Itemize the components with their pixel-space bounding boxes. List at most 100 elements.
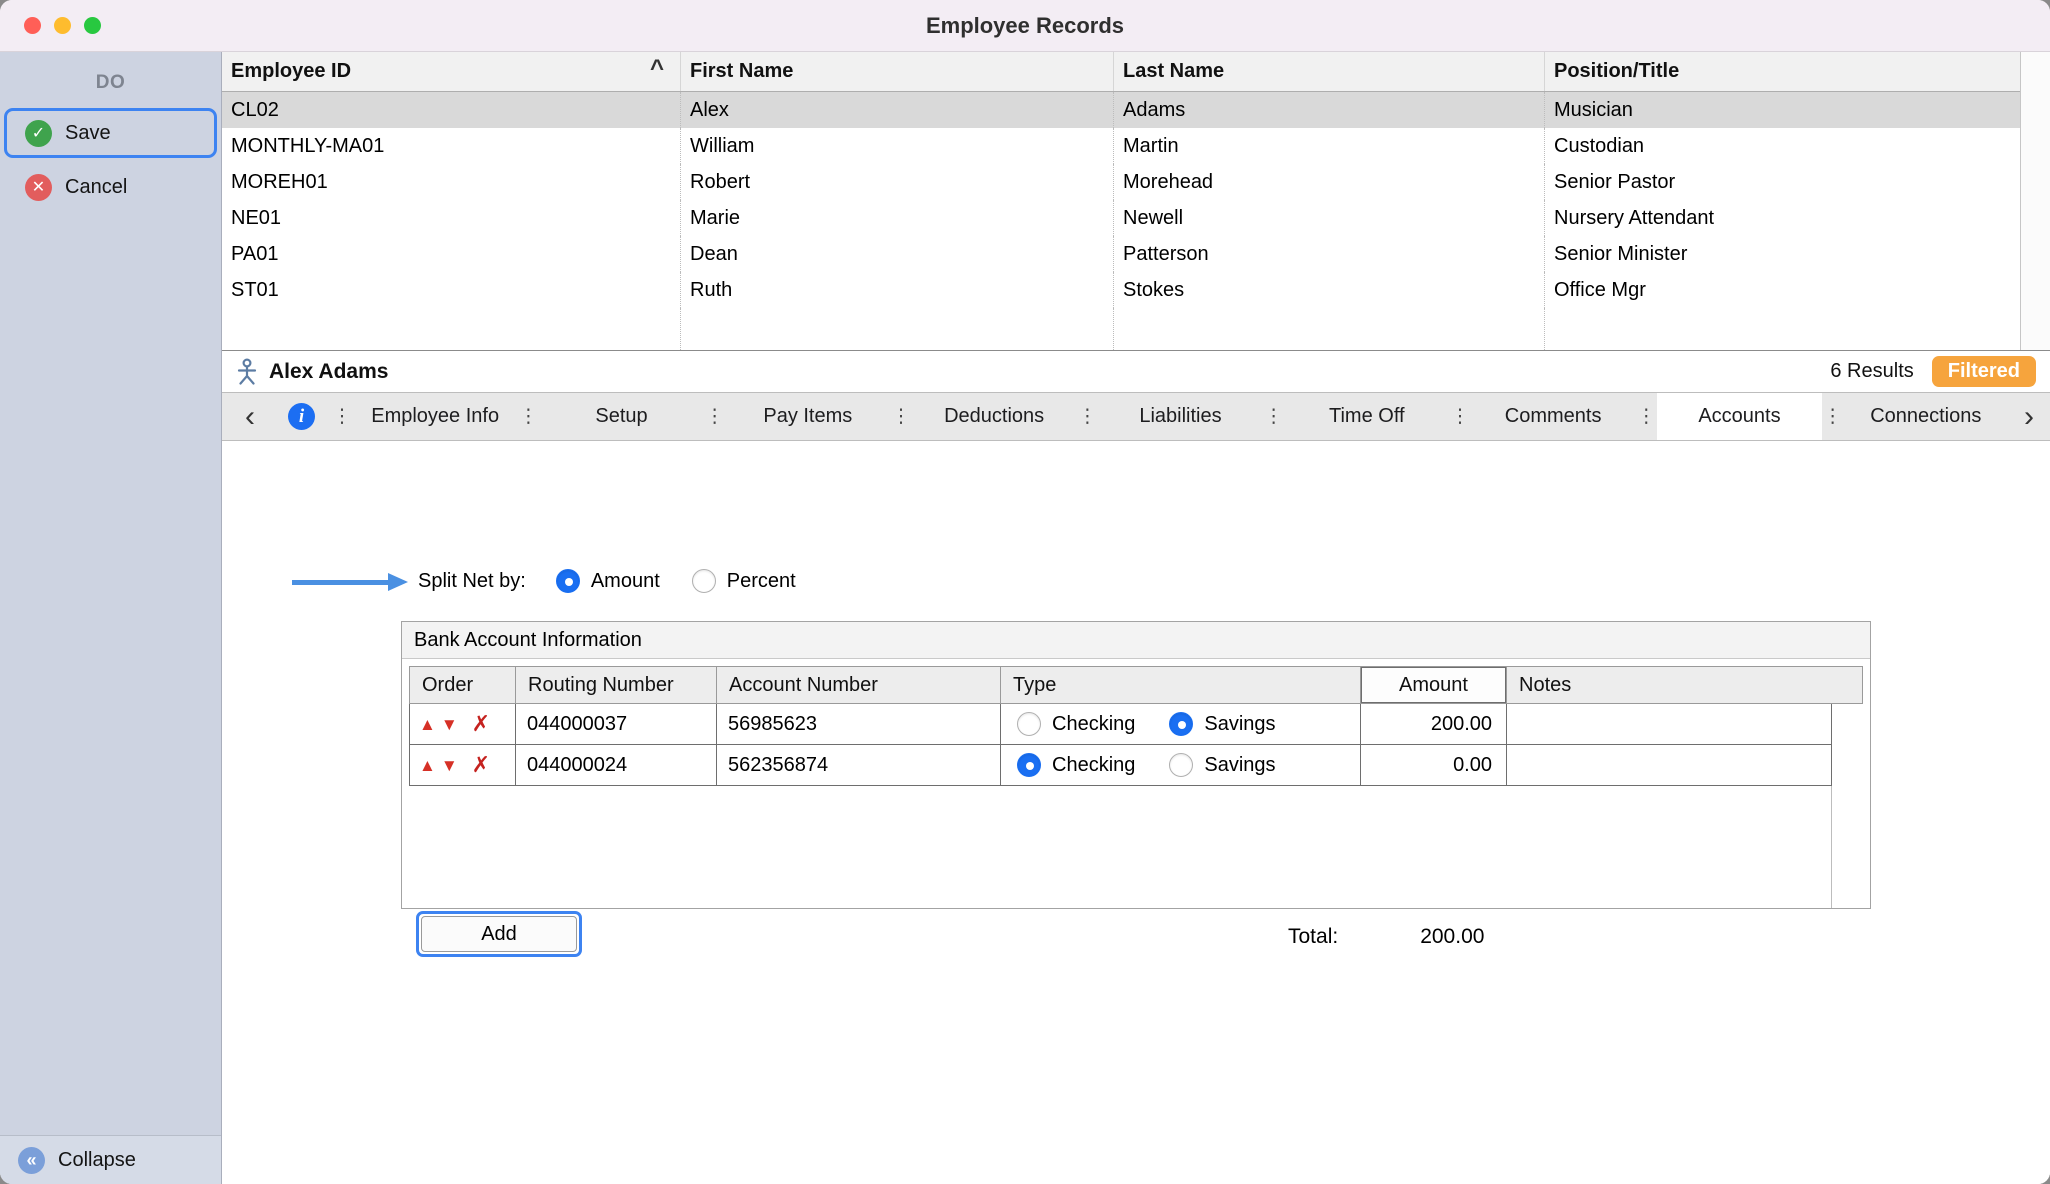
- close-button[interactable]: [24, 17, 41, 34]
- move-down-icon[interactable]: ▼: [441, 757, 458, 774]
- cell-type: Checking Savings: [1001, 704, 1361, 745]
- column-type[interactable]: Type: [1001, 666, 1361, 704]
- employee-row[interactable]: PA01DeanPattersonSenior Minister: [222, 236, 2020, 272]
- split-option-percent[interactable]: Percent: [692, 569, 796, 593]
- save-label: Save: [65, 122, 111, 145]
- total-value: 200.00: [1420, 925, 1484, 949]
- move-down-icon[interactable]: ▼: [441, 716, 458, 733]
- move-up-icon[interactable]: ▲: [419, 716, 436, 733]
- column-amount[interactable]: Amount: [1361, 666, 1507, 704]
- add-button[interactable]: Add: [421, 916, 577, 952]
- employee-rows: CL02AlexAdamsMusicianMONTHLY-MA01William…: [222, 92, 2020, 308]
- sidebar: DO ✓ Save ✕ Cancel « Collapse: [0, 52, 222, 1184]
- radio-label: Checking: [1052, 754, 1135, 777]
- employee-row[interactable]: NE01MarieNewellNursery Attendant: [222, 200, 2020, 236]
- radio-icon[interactable]: [1169, 753, 1193, 777]
- radio-icon[interactable]: [692, 569, 716, 593]
- cancel-button[interactable]: ✕ Cancel: [7, 164, 214, 210]
- tab-pay-items[interactable]: Pay Items: [726, 393, 890, 440]
- title-bar: Employee Records: [0, 0, 2050, 52]
- collapse-icon: «: [18, 1147, 45, 1174]
- total-label: Total:: [1288, 925, 1338, 949]
- filtered-badge[interactable]: Filtered: [1932, 356, 2036, 387]
- move-up-icon[interactable]: ▲: [419, 757, 436, 774]
- delete-icon[interactable]: ✗: [472, 713, 490, 735]
- tab-separator-icon: ⋮: [517, 393, 539, 440]
- tab-separator-icon: ⋮: [1263, 393, 1285, 440]
- tab-deductions[interactable]: Deductions: [912, 393, 1076, 440]
- save-button[interactable]: ✓ Save: [4, 108, 217, 158]
- cell-notes[interactable]: [1507, 745, 1832, 786]
- tab-employee-info[interactable]: Employee Info: [353, 393, 517, 440]
- empty-cell: [680, 308, 1113, 350]
- cell-last-name: Morehead: [1113, 164, 1544, 200]
- cell-position-title: Senior Pastor: [1544, 164, 2020, 200]
- type-option-checking[interactable]: Checking: [1017, 753, 1135, 777]
- employee-row[interactable]: MOREH01RobertMoreheadSenior Pastor: [222, 164, 2020, 200]
- tab-setup[interactable]: Setup: [539, 393, 703, 440]
- info-tab[interactable]: i: [278, 393, 331, 440]
- tab-comments[interactable]: Comments: [1471, 393, 1635, 440]
- column-order[interactable]: Order: [409, 666, 516, 704]
- employee-table-header: Employee ID ^ First Name Last Name Posit…: [222, 52, 2020, 92]
- tab-accounts[interactable]: Accounts: [1657, 393, 1821, 440]
- radio-icon[interactable]: [1017, 753, 1041, 777]
- window-controls: [24, 0, 101, 51]
- column-last-name[interactable]: Last Name: [1113, 52, 1544, 91]
- column-account-number[interactable]: Account Number: [717, 666, 1001, 704]
- delete-icon[interactable]: ✗: [472, 754, 490, 776]
- tab-separator-icon: ⋮: [704, 393, 726, 440]
- minimize-button[interactable]: [54, 17, 71, 34]
- cell-position-title: Musician: [1544, 92, 2020, 128]
- column-routing-number[interactable]: Routing Number: [516, 666, 717, 704]
- cell-routing-number[interactable]: 044000037: [516, 704, 717, 745]
- tabs-scroll-left-button[interactable]: ‹: [222, 393, 278, 440]
- results-count: 6 Results: [1830, 360, 1913, 383]
- tab-connections[interactable]: Connections: [1844, 393, 2008, 440]
- column-position-title[interactable]: Position/Title: [1544, 52, 2020, 91]
- accounts-panel: Split Net by: AmountPercent Bank Account…: [222, 441, 2050, 1184]
- zoom-button[interactable]: [84, 17, 101, 34]
- annotation-arrow: [292, 573, 408, 591]
- x-icon: ✕: [25, 174, 52, 201]
- cell-routing-number[interactable]: 044000024: [516, 745, 717, 786]
- tab-time-off[interactable]: Time Off: [1285, 393, 1449, 440]
- radio-icon[interactable]: [1017, 712, 1041, 736]
- cell-employee-id: MONTHLY-MA01: [222, 128, 680, 164]
- tabs-scroll-right-button[interactable]: ›: [2008, 393, 2050, 440]
- cell-amount[interactable]: 0.00: [1361, 745, 1507, 786]
- employee-row[interactable]: ST01RuthStokesOffice Mgr: [222, 272, 2020, 308]
- bank-table: Order Routing Number Account Number Type…: [402, 659, 1870, 908]
- cell-amount[interactable]: 200.00: [1361, 704, 1507, 745]
- type-option-savings[interactable]: Savings: [1169, 712, 1275, 736]
- cell-employee-id: NE01: [222, 200, 680, 236]
- empty-cell: [1544, 308, 2020, 350]
- radio-icon[interactable]: [556, 569, 580, 593]
- add-button-highlight: Add: [416, 911, 582, 957]
- bank-rows: ▲ ▼ ✗ 04400003756985623 Checking Savings 200.0…: [409, 704, 1863, 786]
- tab-separator-icon: ⋮: [1822, 393, 1844, 440]
- type-option-savings[interactable]: Savings: [1169, 753, 1275, 777]
- column-notes[interactable]: Notes: [1507, 666, 1863, 704]
- sort-asc-icon: ^: [650, 55, 664, 83]
- empty-cell: [1113, 308, 1544, 350]
- tab-separator-icon: ⋮: [331, 393, 353, 440]
- split-option-amount[interactable]: Amount: [556, 569, 660, 593]
- collapse-label: Collapse: [58, 1149, 136, 1172]
- cell-last-name: Adams: [1113, 92, 1544, 128]
- cell-first-name: Dean: [680, 236, 1113, 272]
- column-employee-id[interactable]: Employee ID ^: [222, 52, 680, 91]
- tab-liabilities[interactable]: Liabilities: [1098, 393, 1262, 440]
- cell-type: Checking Savings: [1001, 745, 1361, 786]
- cell-first-name: Alex: [680, 92, 1113, 128]
- column-first-name[interactable]: First Name: [680, 52, 1113, 91]
- cell-notes[interactable]: [1507, 704, 1832, 745]
- collapse-button[interactable]: « Collapse: [0, 1135, 221, 1184]
- cell-account-number[interactable]: 562356874: [717, 745, 1001, 786]
- employee-row[interactable]: CL02AlexAdamsMusician: [222, 92, 2020, 128]
- cell-account-number[interactable]: 56985623: [717, 704, 1001, 745]
- employee-row[interactable]: MONTHLY-MA01WilliamMartinCustodian: [222, 128, 2020, 164]
- radio-icon[interactable]: [1169, 712, 1193, 736]
- type-option-checking[interactable]: Checking: [1017, 712, 1135, 736]
- employee-table-scrollbar[interactable]: [2020, 52, 2050, 350]
